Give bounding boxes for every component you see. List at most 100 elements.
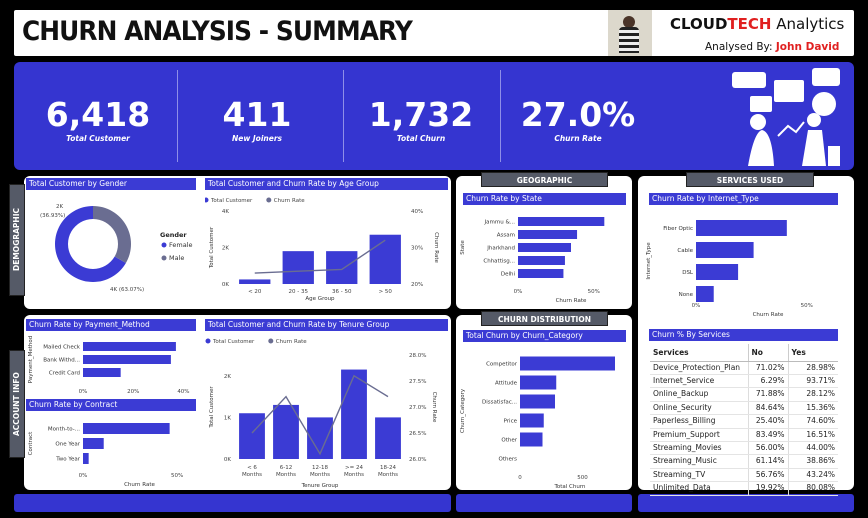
category-label: Competitor <box>486 362 518 368</box>
col-yes[interactable]: Yes <box>787 344 838 362</box>
donut-slice <box>93 206 131 263</box>
x-tick-label: 0 <box>518 475 522 481</box>
x-tick-label: 500 <box>577 475 588 481</box>
x-tick-label: > 50 <box>379 289 393 295</box>
x-axis-title: Churn Rate <box>556 298 587 304</box>
y-axis-title: Contract <box>28 431 34 456</box>
y2-tick-label: 40% <box>411 209 423 215</box>
category-label: Dissatisfac... <box>482 400 517 406</box>
x-tick-label: 50% <box>588 289 600 295</box>
x-tick-label: 0% <box>692 303 701 309</box>
bar <box>341 369 367 459</box>
no-value: 56.00% <box>747 441 788 456</box>
service-name: Streaming_Movies <box>650 441 748 456</box>
bar <box>83 342 176 351</box>
no-value: 56.76% <box>747 468 788 483</box>
section-services-used[interactable]: SERVICES USED <box>686 172 814 187</box>
table-row: Streaming_TV 56.76% 43.24% <box>650 468 838 483</box>
page-title: CHURN ANALYSIS - SUMMARY <box>22 16 413 47</box>
y-axis-title: Internet_Type <box>646 242 652 280</box>
kpi-divider <box>500 70 501 162</box>
chart-legend: Total Customer Churn Rate <box>205 338 307 345</box>
bar <box>518 243 571 252</box>
legend-label: Total Customer <box>212 339 255 345</box>
bar <box>696 286 714 302</box>
bar <box>326 251 358 284</box>
y2-tick-label: 20% <box>411 282 423 288</box>
service-name: Online_Security <box>650 401 748 416</box>
category-label: Bank Withd... <box>43 358 80 364</box>
services-table-title: Churn % By Services <box>649 329 838 341</box>
table-row: Unlimited_Data 19.92% 80.08% <box>650 481 838 496</box>
state-chart-title: Churn Rate by State <box>463 193 626 205</box>
slice-label: (36.93%) <box>40 213 65 219</box>
legend-label: Male <box>169 254 184 262</box>
y2-tick-label: 26.5% <box>409 431 426 437</box>
internet-bar-chart: Fiber Optic Cable DSL None 0% 50% Churn Rate In… <box>646 220 813 318</box>
legend-label: Total Customer <box>210 198 253 204</box>
yes-value: 43.24% <box>787 468 838 483</box>
bar <box>696 242 754 258</box>
x-tick-label: 0% <box>79 389 88 395</box>
section-geographic[interactable]: GEOGRAPHIC <box>481 172 608 187</box>
x-tick-label: < 6 <box>247 465 257 471</box>
no-value: 83.49% <box>747 428 788 442</box>
no-value: 6.29% <box>747 374 788 389</box>
category-label: Delhi <box>501 272 516 278</box>
service-name: Internet_Service <box>650 374 748 389</box>
legend-swatch <box>161 255 167 261</box>
bar <box>696 264 739 280</box>
y2-tick-label: 28.0% <box>409 353 426 359</box>
bar <box>239 279 271 284</box>
section-churn-distribution[interactable]: CHURN DISTRIBUTION <box>481 311 608 326</box>
bar <box>518 230 578 239</box>
service-name: Device_Protection_Plan <box>650 361 748 375</box>
y2-tick-label: 27.0% <box>409 405 426 411</box>
category-label: Jammu &... <box>484 220 516 226</box>
service-name: Streaming_Music <box>650 454 748 469</box>
section-demographic[interactable]: DEMOGRAPHIC <box>9 184 25 296</box>
table-row: Online_Backup 71.88% 28.12% <box>650 387 838 402</box>
x-axis-title: Churn Rate <box>124 482 155 488</box>
x-tick-label: Months <box>378 472 398 478</box>
x-axis-title: Age Group <box>305 296 335 302</box>
y2-axis-title: Churn Rate <box>433 232 439 263</box>
no-value: 71.02% <box>747 361 788 375</box>
col-services[interactable]: Services <box>650 344 748 362</box>
gender-chart-title: Total Customer by Gender <box>26 178 196 190</box>
services-table: Services No Yes Device_Protection_Plan 71… <box>650 344 838 496</box>
y2-tick-label: 26.0% <box>409 457 426 463</box>
bar <box>83 355 171 364</box>
churn-rate-line <box>254 239 386 274</box>
y-axis-title: Payment_Method <box>28 336 34 383</box>
footer-strip-left <box>14 494 451 512</box>
no-value: 61.14% <box>747 454 788 469</box>
bar <box>375 417 401 459</box>
yes-value: 28.12% <box>787 387 838 402</box>
payment-chart-title: Churn Rate by Payment_Method <box>26 319 196 331</box>
y2-tick-label: 30% <box>411 246 423 252</box>
footer-strip-right <box>638 494 854 512</box>
category-label: Cable <box>677 248 693 254</box>
category-label: Jharkhand <box>486 246 515 252</box>
y-axis-title: Total Customer <box>209 226 215 269</box>
age-combo-chart: Total Customer Churn Rate 0K 2K 4K 20% 30% 40% <… <box>205 197 439 302</box>
legend-label: Churn Rate <box>274 198 305 204</box>
bar <box>520 375 557 390</box>
bar <box>239 413 265 459</box>
col-no[interactable]: No <box>747 344 788 362</box>
x-tick-label: Months <box>276 472 296 478</box>
category-bar-chart: Competitor Attitude Dissatisfac... Price Oth… <box>460 356 615 490</box>
y-axis-title: State <box>460 240 466 255</box>
table-row: Streaming_Movies 56.00% 44.00% <box>650 441 838 456</box>
category-label: Other <box>501 438 517 444</box>
x-tick-label: 40% <box>177 389 189 395</box>
legend-swatch <box>205 197 209 203</box>
category-label: Price <box>504 419 518 425</box>
bar <box>83 423 170 434</box>
section-account-info[interactable]: ACCOUNT INFO <box>9 350 25 458</box>
x-tick-label: 50% <box>171 473 183 479</box>
x-axis-title: Total Churn <box>553 484 586 490</box>
category-label: Credit Card <box>49 371 80 377</box>
legend-label: Churn Rate <box>276 339 307 345</box>
